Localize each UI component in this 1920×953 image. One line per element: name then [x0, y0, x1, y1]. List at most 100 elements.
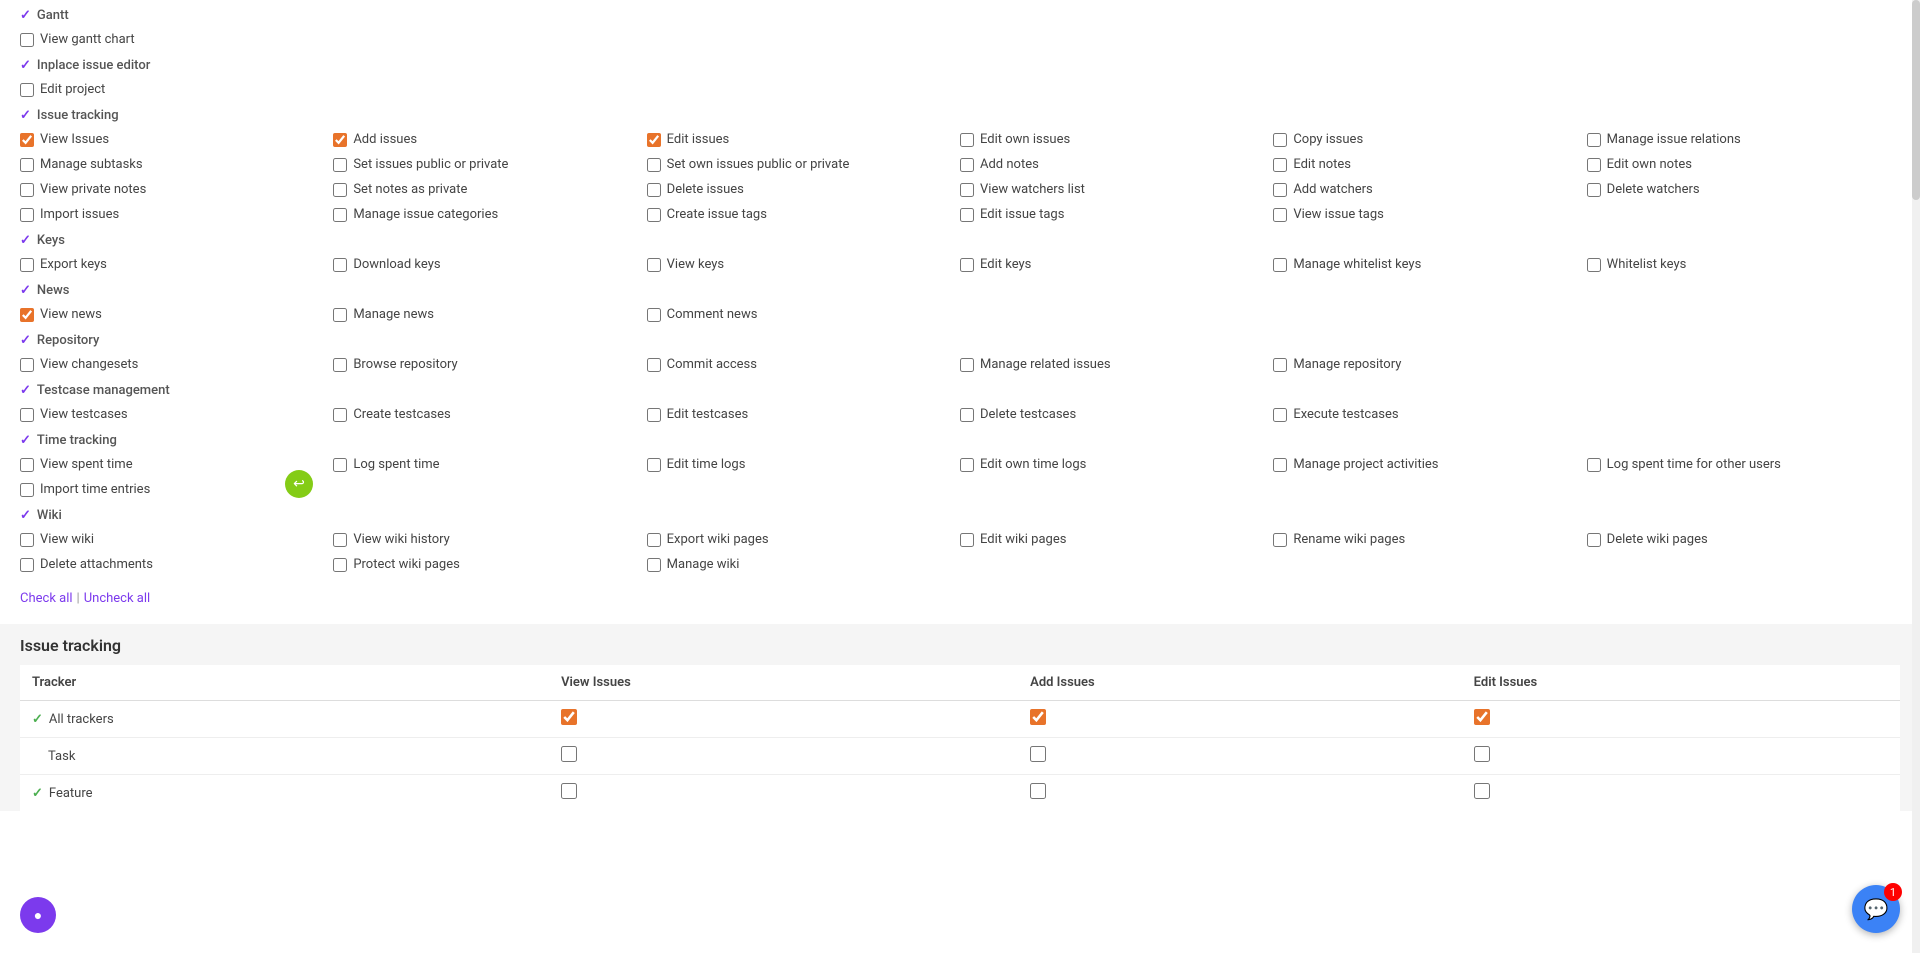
permission-delete-issues[interactable]: Delete issues [647, 179, 960, 200]
permission-set-notes-private[interactable]: Set notes as private [333, 179, 646, 200]
news-check-icon: ✓ [20, 283, 31, 298]
gantt-label: Gantt [37, 8, 69, 23]
avatar[interactable]: ● [20, 897, 56, 933]
permission-empty7 [333, 479, 646, 500]
keys-check-icon: ✓ [20, 233, 31, 248]
permission-edit-own-notes[interactable]: Edit own notes [1587, 154, 1900, 175]
permission-empty12 [960, 554, 1273, 575]
permission-manage-issue-categories[interactable]: Manage issue categories [333, 204, 646, 225]
feature-edit-issues[interactable] [1462, 775, 1900, 812]
permission-empty8 [647, 479, 960, 500]
permission-export-wiki-pages[interactable]: Export wiki pages [647, 529, 960, 550]
permission-edit-issues[interactable]: Edit issues [647, 129, 960, 150]
permission-edit-notes[interactable]: Edit notes [1273, 154, 1586, 175]
permission-view-changesets[interactable]: View changesets [20, 354, 333, 375]
permission-import-issues[interactable]: Import issues [20, 204, 333, 225]
permission-manage-repository[interactable]: Manage repository [1273, 354, 1586, 375]
permission-view-news[interactable]: View news [20, 304, 333, 325]
time-tracking-check-icon: ✓ [20, 433, 31, 448]
permission-view-spent-time[interactable]: View spent time [20, 454, 333, 475]
permission-edit-time-logs[interactable]: Edit time logs [647, 454, 960, 475]
permission-delete-watchers[interactable]: Delete watchers [1587, 179, 1900, 200]
permission-manage-subtasks[interactable]: Manage subtasks [20, 154, 333, 175]
permission-whitelist-keys[interactable]: Whitelist keys [1587, 254, 1900, 275]
permission-edit-own-issues[interactable]: Edit own issues [960, 129, 1273, 150]
separator: | [77, 591, 80, 606]
permission-view-wiki[interactable]: View wiki [20, 529, 333, 550]
permission-delete-testcases[interactable]: Delete testcases [960, 404, 1273, 425]
permission-add-issues[interactable]: Add issues [333, 129, 646, 150]
col-add-issues: Add Issues [1018, 665, 1462, 701]
permission-browse-repo[interactable]: Browse repository [333, 354, 646, 375]
all-trackers-add-issues[interactable] [1018, 701, 1462, 738]
permission-set-own-issues-public[interactable]: Set own issues public or private [647, 154, 960, 175]
permission-edit-wiki-pages[interactable]: Edit wiki pages [960, 529, 1273, 550]
col-edit-issues: Edit Issues [1462, 665, 1900, 701]
scrollbar[interactable] [1912, 0, 1920, 953]
wiki-check-icon: ✓ [20, 508, 31, 523]
permission-rename-wiki-pages[interactable]: Rename wiki pages [1273, 529, 1586, 550]
permission-comment-news[interactable]: Comment news [647, 304, 960, 325]
permission-edit-project[interactable]: Edit project [20, 79, 333, 100]
chat-icon: 💬 [1864, 897, 1889, 921]
permission-copy-issues[interactable]: Copy issues [1273, 129, 1586, 150]
permission-log-spent-time-others[interactable]: Log spent time for other users [1587, 454, 1900, 475]
permission-log-spent-time[interactable]: Log spent time [333, 454, 646, 475]
chat-badge: 1 [1884, 883, 1902, 901]
feature-view-issues[interactable] [549, 775, 1018, 812]
permission-edit-issue-tags[interactable]: Edit issue tags [960, 204, 1273, 225]
permission-edit-own-time-logs[interactable]: Edit own time logs [960, 454, 1273, 475]
permission-manage-news[interactable]: Manage news [333, 304, 646, 325]
permission-manage-wiki[interactable]: Manage wiki [647, 554, 960, 575]
permission-protect-wiki-pages[interactable]: Protect wiki pages [333, 554, 646, 575]
permission-empty11 [1587, 479, 1900, 500]
permission-view-private-notes[interactable]: View private notes [20, 179, 333, 200]
permission-view-keys[interactable]: View keys [647, 254, 960, 275]
cursor-indicator: ↩ [285, 470, 313, 498]
permission-download-keys[interactable]: Download keys [333, 254, 646, 275]
permission-create-issue-tags[interactable]: Create issue tags [647, 204, 960, 225]
permission-manage-project-activities[interactable]: Manage project activities [1273, 454, 1586, 475]
task-edit-issues[interactable] [1462, 738, 1900, 775]
permission-create-testcases[interactable]: Create testcases [333, 404, 646, 425]
permission-view-gantt-chart[interactable]: View gantt chart [20, 29, 333, 50]
permission-manage-issue-relations[interactable]: Manage issue relations [1587, 129, 1900, 150]
task-view-issues[interactable] [549, 738, 1018, 775]
news-label: News [37, 283, 70, 298]
permission-add-watchers[interactable]: Add watchers [1273, 179, 1586, 200]
permission-manage-related-issues[interactable]: Manage related issues [960, 354, 1273, 375]
issue-tracking-section-title: Issue tracking [20, 636, 1900, 655]
permission-delete-attachments[interactable]: Delete attachments [20, 554, 333, 575]
permission-execute-testcases[interactable]: Execute testcases [1273, 404, 1586, 425]
tracker-table-header: Tracker View Issues Add Issues Edit Issu… [20, 665, 1900, 701]
table-row: ✓ All trackers [20, 701, 1900, 738]
permission-set-issues-public[interactable]: Set issues public or private [333, 154, 646, 175]
permission-view-watchers[interactable]: View watchers list [960, 179, 1273, 200]
tracker-name-all: ✓ All trackers [20, 701, 549, 738]
all-trackers-view-issues[interactable] [549, 701, 1018, 738]
inplace-label: Inplace issue editor [37, 58, 150, 73]
permission-export-keys[interactable]: Export keys [20, 254, 333, 275]
issue-tracking-label: Issue tracking [37, 108, 119, 123]
uncheck-all-link[interactable]: Uncheck all [84, 591, 150, 606]
all-trackers-edit-issues[interactable] [1462, 701, 1900, 738]
permission-empty1 [1587, 204, 1900, 225]
permission-add-notes[interactable]: Add notes [960, 154, 1273, 175]
check-all-link[interactable]: Check all [20, 591, 73, 606]
permission-delete-wiki-pages[interactable]: Delete wiki pages [1587, 529, 1900, 550]
permission-manage-whitelist-keys[interactable]: Manage whitelist keys [1273, 254, 1586, 275]
permission-view-wiki-history[interactable]: View wiki history [333, 529, 646, 550]
permission-view-issues[interactable]: View Issues [20, 129, 333, 150]
chat-button[interactable]: 💬 1 [1852, 885, 1900, 933]
permission-view-testcases[interactable]: View testcases [20, 404, 333, 425]
permission-edit-keys[interactable]: Edit keys [960, 254, 1273, 275]
permission-edit-testcases[interactable]: Edit testcases [647, 404, 960, 425]
task-add-issues[interactable] [1018, 738, 1462, 775]
permission-empty9 [960, 479, 1273, 500]
feature-add-issues[interactable] [1018, 775, 1462, 812]
permission-view-issue-tags[interactable]: View issue tags [1273, 204, 1586, 225]
gantt-check-icon: ✓ [20, 8, 31, 23]
tracker-table: Tracker View Issues Add Issues Edit Issu… [20, 665, 1900, 811]
scrollbar-thumb[interactable] [1912, 0, 1920, 200]
permission-commit-access[interactable]: Commit access [647, 354, 960, 375]
